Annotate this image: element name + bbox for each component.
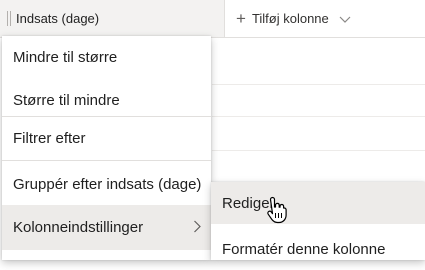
column-header-indsats[interactable]: Indsats (dage) xyxy=(0,0,225,37)
menu-item-sort-ascending[interactable]: Mindre til større xyxy=(2,36,211,79)
chevron-down-icon xyxy=(339,16,351,23)
row-divider xyxy=(212,116,425,117)
menu-item-column-settings[interactable]: Kolonneindstillinger xyxy=(2,205,211,250)
menu-item-label: Mindre til større xyxy=(13,49,118,66)
hand-cursor-icon xyxy=(267,196,287,224)
menu-item-group-by[interactable]: Gruppér efter indsats (dage) xyxy=(2,163,211,206)
add-column-button[interactable]: + Tilføj kolonne xyxy=(236,0,351,37)
row-divider xyxy=(212,84,425,85)
submenu-item-format-column[interactable]: Formatér denne kolonne xyxy=(211,228,425,270)
row-divider xyxy=(212,150,425,151)
add-column-label: Tilføj kolonne xyxy=(251,11,329,26)
column-resize-handle[interactable] xyxy=(7,11,11,26)
plus-icon: + xyxy=(236,9,246,28)
menu-item-filter-by[interactable]: Filtrer efter xyxy=(2,117,211,160)
column-settings-submenu: Rediger Formatér denne kolonne xyxy=(211,182,425,260)
menu-item-label: Gruppér efter indsats (dage) xyxy=(13,176,202,193)
chevron-right-icon xyxy=(194,220,201,233)
menu-item-label: Større til mindre xyxy=(13,92,120,109)
menu-item-label: Filtrer efter xyxy=(13,130,86,147)
column-context-menu: Mindre til større Større til mindre Filt… xyxy=(2,36,211,260)
list-header-bar: Indsats (dage) + Tilføj kolonne xyxy=(0,0,425,38)
menu-divider xyxy=(2,160,211,161)
column-header-label: Indsats (dage) xyxy=(16,11,100,26)
submenu-item-edit[interactable]: Rediger xyxy=(211,182,425,224)
submenu-item-label: Formatér denne kolonne xyxy=(222,240,386,258)
menu-item-label: Kolonneindstillinger xyxy=(13,219,144,236)
